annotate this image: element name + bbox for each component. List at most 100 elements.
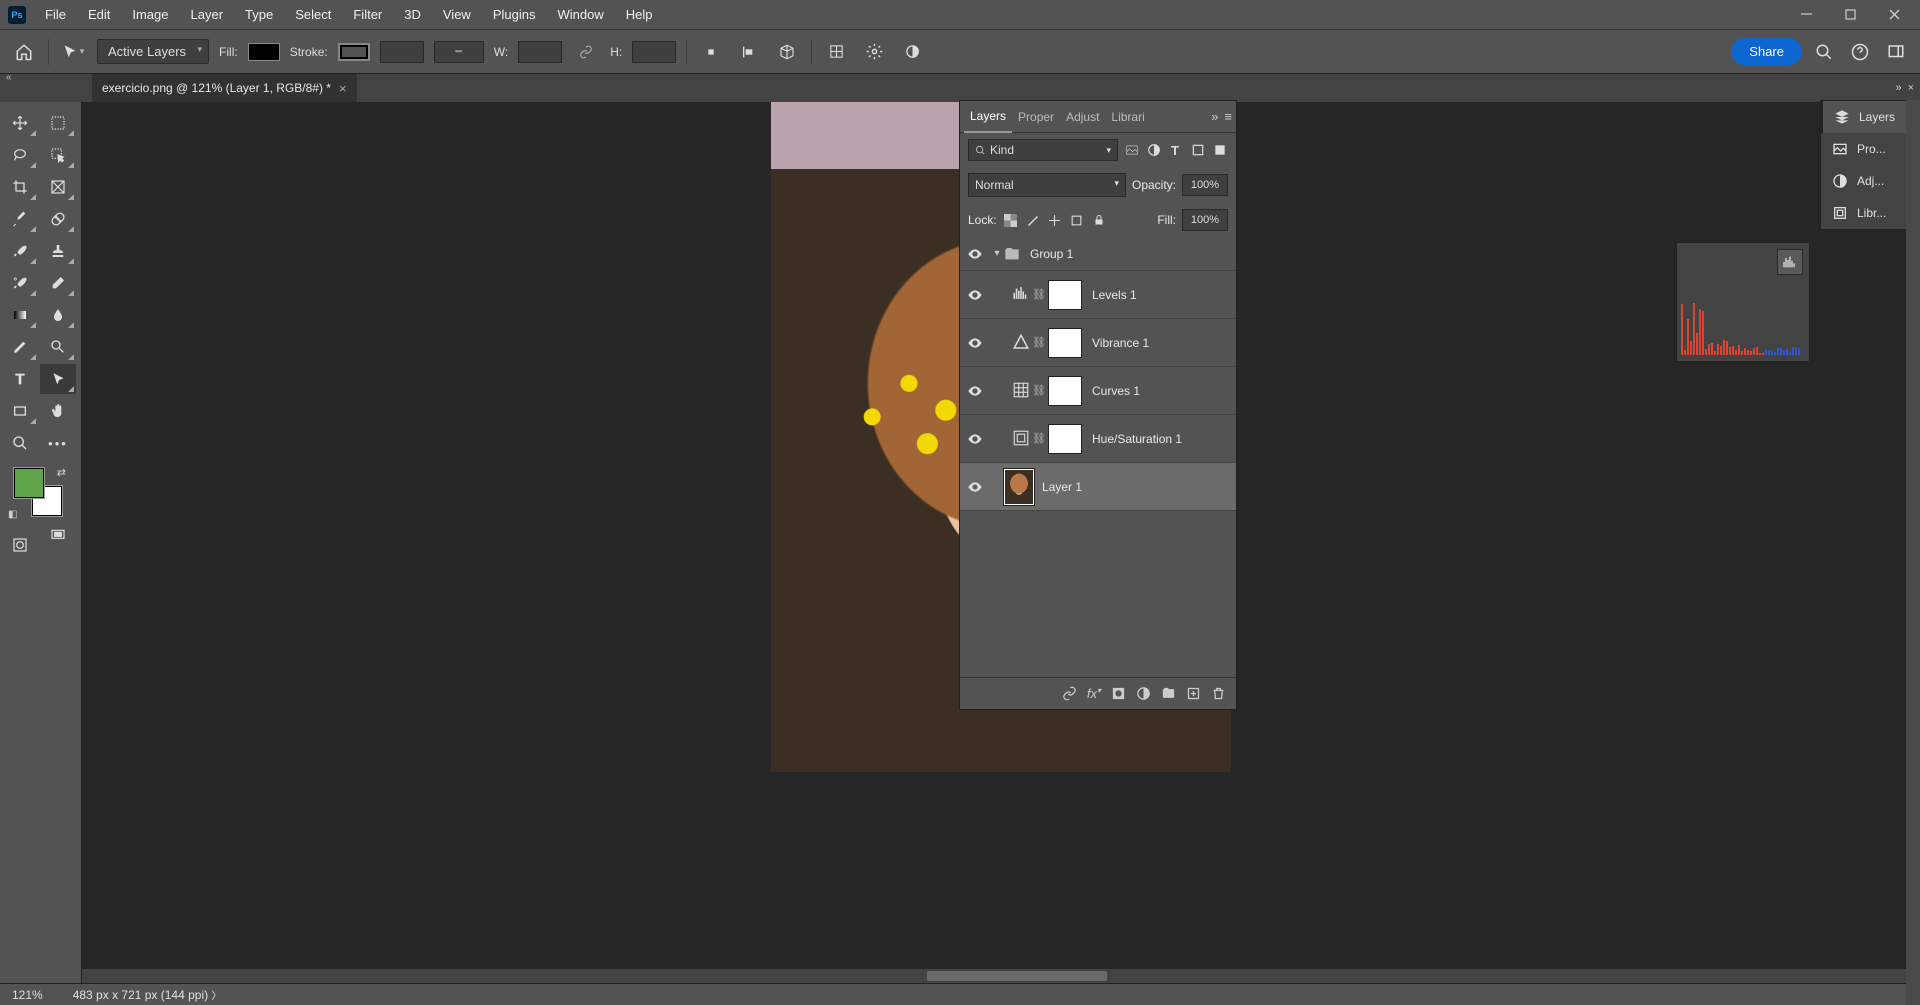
layer-mask-thumb[interactable] [1048, 376, 1082, 406]
quick-select-tool[interactable] [40, 140, 76, 170]
close-panels-icon[interactable]: × [1908, 82, 1914, 94]
height-input[interactable] [632, 41, 676, 63]
workspace-icon[interactable] [1882, 38, 1910, 66]
opacity-input[interactable]: 100% [1182, 174, 1228, 196]
width-input[interactable] [518, 41, 562, 63]
menu-image[interactable]: Image [121, 1, 179, 28]
help-icon[interactable] [1846, 38, 1874, 66]
histogram-view-icon[interactable] [1777, 249, 1803, 275]
lock-transparent-icon[interactable] [1003, 212, 1019, 228]
menu-select[interactable]: Select [284, 1, 342, 28]
filter-pixel-icon[interactable] [1124, 142, 1140, 158]
minimize-button[interactable] [1784, 0, 1828, 29]
quick-mask-icon[interactable] [2, 530, 38, 560]
visibility-toggle[interactable] [960, 287, 990, 303]
visibility-toggle[interactable] [960, 383, 990, 399]
hand-tool[interactable] [40, 396, 76, 426]
blur-tool[interactable] [40, 300, 76, 330]
path-select-tool[interactable] [40, 364, 76, 394]
move-tool[interactable] [2, 108, 38, 138]
filter-type-icon[interactable]: T [1168, 142, 1184, 158]
expand-panels-icon[interactable]: » [1895, 82, 1901, 94]
layer-select-dropdown[interactable]: Active Layers [97, 39, 209, 64]
swap-colors-icon[interactable]: ⇄ [57, 466, 66, 479]
stamp-tool[interactable] [40, 236, 76, 266]
menu-filter[interactable]: Filter [342, 1, 393, 28]
layer-mask-thumb[interactable] [1048, 280, 1082, 310]
menu-view[interactable]: View [432, 1, 482, 28]
pen-tool[interactable] [2, 332, 38, 362]
lock-artboard-icon[interactable] [1069, 212, 1085, 228]
menu-help[interactable]: Help [615, 1, 664, 28]
link-mask-icon[interactable]: ⛓ [1032, 384, 1046, 397]
tab-libraries[interactable]: Librari [1105, 102, 1150, 132]
panel-menu-icon[interactable]: ≡ [1224, 109, 1232, 124]
menu-edit[interactable]: Edit [77, 1, 121, 28]
maximize-button[interactable] [1828, 0, 1872, 29]
zoom-level[interactable]: 121% [12, 988, 43, 1002]
filter-smart-icon[interactable] [1212, 142, 1228, 158]
dodge-tool[interactable] [40, 332, 76, 362]
foreground-color-swatch[interactable] [14, 468, 44, 498]
frame-tool[interactable] [40, 172, 76, 202]
fill-input[interactable]: 100% [1182, 209, 1228, 231]
link-mask-icon[interactable]: ⛓ [1032, 336, 1046, 349]
current-tool-icon[interactable]: ▾ [59, 38, 87, 66]
layer-row[interactable]: ▾Group 1 [960, 237, 1236, 271]
layer-thumb[interactable] [1004, 469, 1034, 505]
crop-tool[interactable] [2, 172, 38, 202]
more-tools-icon[interactable]: ••• [40, 428, 76, 458]
align-dist-icon[interactable] [735, 38, 763, 66]
right-scrollbar[interactable] [1906, 100, 1920, 1005]
menu-type[interactable]: Type [234, 1, 284, 28]
menu-plugins[interactable]: Plugins [482, 1, 547, 28]
fill-swatch[interactable] [248, 43, 280, 61]
lasso-tool[interactable] [2, 140, 38, 170]
visibility-toggle[interactable] [960, 335, 990, 351]
settings-gear-icon[interactable] [860, 38, 888, 66]
menu-file[interactable]: File [34, 1, 77, 28]
layer-mask-icon[interactable] [1111, 686, 1126, 701]
share-button[interactable]: Share [1731, 38, 1802, 65]
panel-expand-icon[interactable]: » [1211, 109, 1218, 124]
align-edges-icon[interactable] [697, 38, 725, 66]
eyedropper-tool[interactable] [2, 204, 38, 234]
scrollbar-horizontal[interactable] [82, 969, 1920, 983]
3d-mode-icon[interactable] [773, 38, 801, 66]
delete-layer-icon[interactable] [1211, 686, 1226, 701]
default-colors-icon[interactable]: ◧ [8, 509, 17, 520]
new-layer-icon[interactable] [1186, 686, 1201, 701]
layer-fx-icon[interactable]: fx▾ [1087, 686, 1101, 701]
filter-adjust-icon[interactable] [1146, 142, 1162, 158]
menu-layer[interactable]: Layer [180, 1, 235, 28]
layer-row[interactable]: ⛓Hue/Saturation 1 [960, 415, 1236, 463]
group-layers-icon[interactable] [1161, 686, 1176, 701]
lock-position-icon[interactable] [1047, 212, 1063, 228]
transform-controls-icon[interactable] [822, 38, 850, 66]
dock-adjustments[interactable]: Adj... [1821, 165, 1919, 197]
filter-shape-icon[interactable] [1190, 142, 1206, 158]
tab-layers[interactable]: Layers [964, 101, 1012, 133]
blend-mode-dropdown[interactable]: Normal▾ [968, 173, 1126, 197]
home-button[interactable] [10, 38, 38, 66]
gradient-tool[interactable] [2, 300, 38, 330]
layer-row[interactable]: ⛓Curves 1 [960, 367, 1236, 415]
brush-tool[interactable] [2, 236, 38, 266]
mask-mode-icon[interactable] [898, 38, 926, 66]
layer-mask-thumb[interactable] [1048, 328, 1082, 358]
close-tab-icon[interactable]: × [339, 81, 347, 96]
stroke-width-input[interactable] [380, 41, 424, 63]
lock-all-icon[interactable] [1091, 212, 1107, 228]
eraser-tool[interactable] [40, 268, 76, 298]
lock-pixels-icon[interactable] [1025, 212, 1041, 228]
dock-layers[interactable]: Layers [1821, 101, 1919, 133]
adjustment-layer-icon[interactable] [1136, 686, 1151, 701]
menu-window[interactable]: Window [546, 1, 614, 28]
layer-mask-thumb[interactable] [1048, 424, 1082, 454]
visibility-toggle[interactable] [960, 479, 990, 495]
layer-row[interactable]: ⛓Vibrance 1 [960, 319, 1236, 367]
link-mask-icon[interactable]: ⛓ [1032, 432, 1046, 445]
link-wh-icon[interactable] [572, 38, 600, 66]
chevron-down-icon[interactable]: ▾ [990, 248, 1004, 259]
stroke-swatch[interactable] [338, 43, 370, 61]
